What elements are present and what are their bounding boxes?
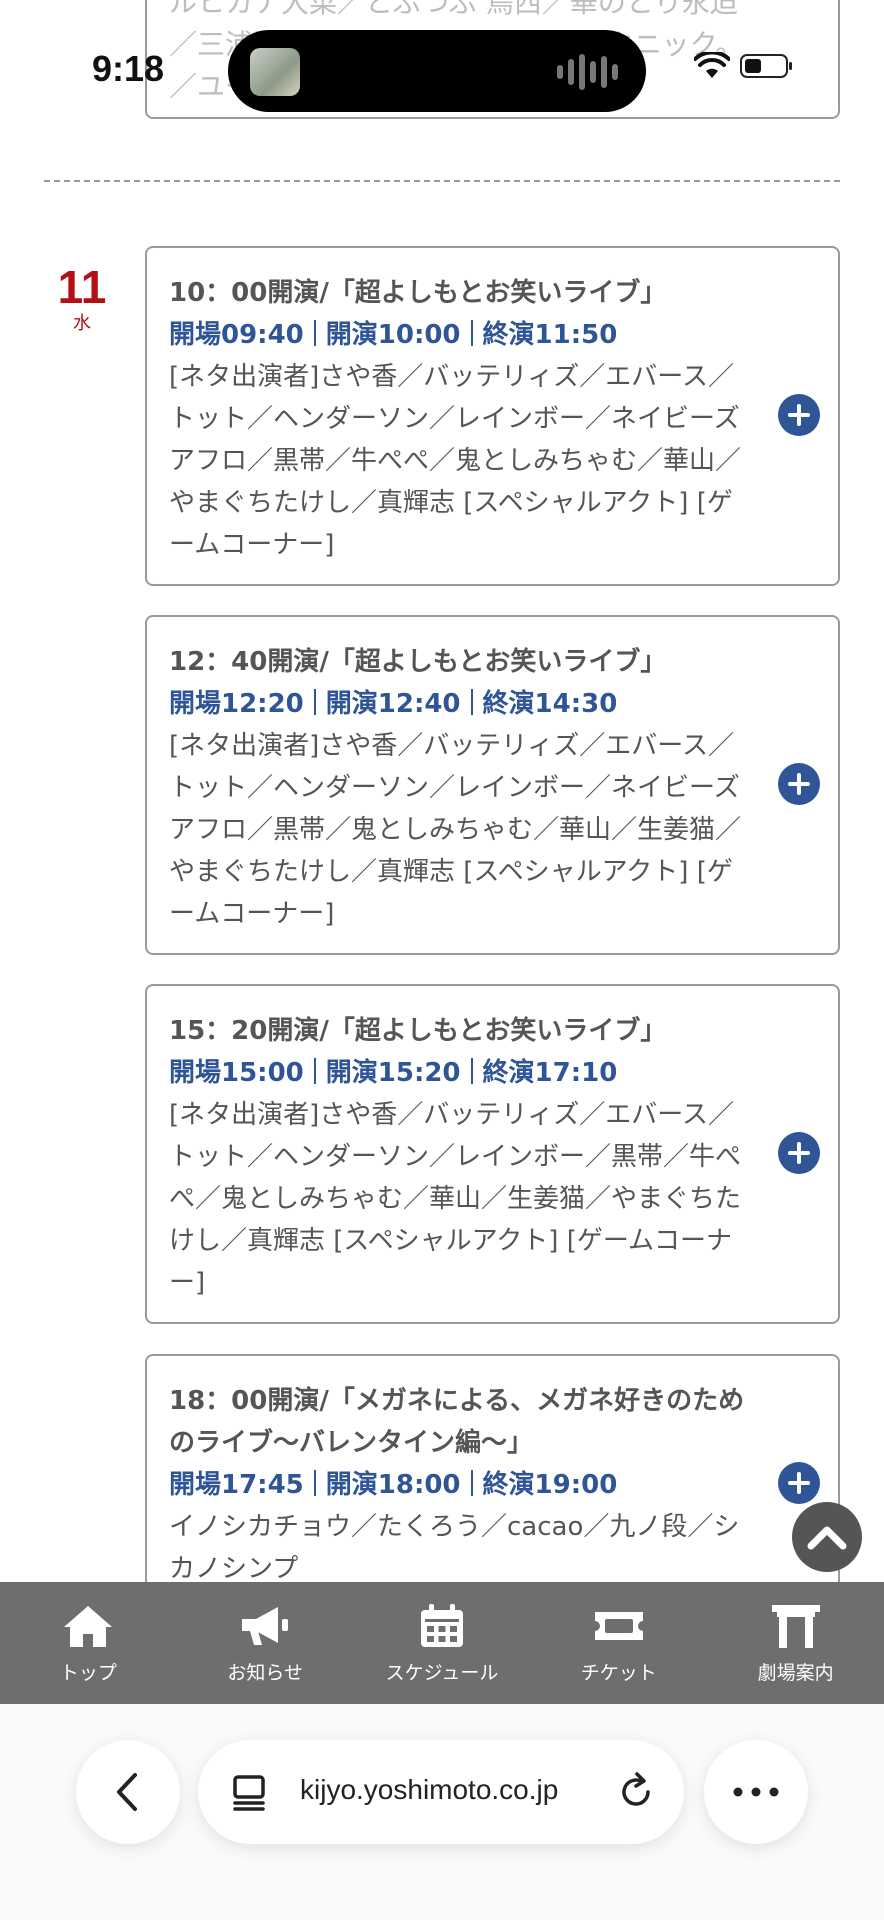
dynamic-island: [228, 30, 646, 112]
reader-mode-icon[interactable]: [232, 1774, 270, 1812]
nav-label: スケジュール: [385, 1661, 499, 1684]
start-time: 開演15:20: [325, 1058, 461, 1088]
home-icon: [60, 1602, 116, 1650]
theater-icon: [768, 1602, 824, 1650]
date-day: 11: [57, 261, 107, 313]
end-time: 終演17:10: [482, 1058, 618, 1088]
performance-card[interactable]: 10：00開演/「超よしもとお笑いライブ」 開場09:40 開演10:00 終演11…: [145, 246, 840, 586]
chevron-up-icon: [807, 1526, 847, 1550]
expand-plus-icon[interactable]: [778, 1462, 820, 1504]
open-time: 開場12:20: [169, 689, 304, 719]
date-label: 11 水: [52, 262, 112, 336]
wifi-icon: [694, 52, 730, 78]
address-bar[interactable]: kijyo.yoshimoto.co.jp: [198, 1740, 684, 1844]
calendar-icon: [414, 1602, 470, 1650]
end-time: 終演19:00: [482, 1470, 618, 1500]
performance-title: 10：00開演/「超よしもとお笑いライブ」: [169, 278, 667, 308]
chevron-left-icon: [117, 1773, 137, 1811]
now-playing-thumbnail: [250, 48, 300, 96]
nav-news[interactable]: お知らせ: [177, 1582, 354, 1704]
performance-title: 15：20開演/「超よしもとお笑いライブ」: [169, 1016, 667, 1046]
browser-toolbar: kijyo.yoshimoto.co.jp: [0, 1704, 884, 1920]
performance-title: 12：40開演/「超よしもとお笑いライブ」: [169, 647, 667, 677]
ticket-icon: [591, 1602, 647, 1650]
performance-cast: [ネタ出演者]さや香／バッテリィズ／エバース／トット／ヘンダーソン／レインボー／…: [169, 362, 742, 560]
status-time: 9:18: [92, 48, 165, 89]
performance-title: 18：00開演/「メガネによる、メガネ好きのためのライブ～バレンタイン編～」: [169, 1386, 745, 1458]
nav-top[interactable]: トップ: [0, 1582, 177, 1704]
battery-icon: [740, 54, 792, 78]
expand-plus-icon[interactable]: [778, 1132, 820, 1174]
url-text: kijyo.yoshimoto.co.jp: [300, 1774, 559, 1805]
date-divider: [44, 180, 840, 182]
audio-wave-icon: [557, 52, 618, 92]
reload-icon[interactable]: [616, 1772, 656, 1812]
open-time: 開場15:00: [169, 1058, 304, 1088]
nav-label: チケット: [580, 1661, 657, 1684]
performance-times: 開場12:20 開演12:40 終演14:30: [169, 683, 748, 725]
more-options-button[interactable]: [704, 1740, 808, 1844]
more-dots-icon: [733, 1787, 779, 1797]
nav-ticket[interactable]: チケット: [530, 1582, 707, 1704]
performance-cast: [ネタ出演者]さや香／バッテリィズ／エバース／トット／ヘンダーソン／レインボー／…: [169, 1100, 742, 1298]
end-time: 終演14:30: [482, 689, 618, 719]
megaphone-icon: [237, 1602, 293, 1650]
performance-card[interactable]: 12：40開演/「超よしもとお笑いライブ」 開場12:20 開演12:40 終演14…: [145, 615, 840, 955]
expand-plus-icon[interactable]: [778, 763, 820, 805]
nav-label: トップ: [59, 1661, 117, 1684]
status-icons: [694, 52, 792, 80]
nav-label: 劇場案内: [757, 1661, 834, 1684]
nav-schedule[interactable]: スケジュール: [354, 1582, 531, 1704]
start-time: 開演10:00: [325, 320, 461, 350]
expand-plus-icon[interactable]: [778, 394, 820, 436]
performance-cast: [ネタ出演者]さや香／バッテリィズ／エバース／トット／ヘンダーソン／レインボー／…: [169, 731, 742, 929]
back-button[interactable]: [76, 1740, 180, 1844]
scroll-to-top-button[interactable]: [792, 1502, 862, 1572]
performance-cast: イノシカチョウ／たくろう／cacao／九ノ段／シカノシンプ: [169, 1512, 740, 1584]
nav-theater-guide[interactable]: 劇場案内: [707, 1582, 884, 1704]
start-time: 開演18:00: [325, 1470, 461, 1500]
end-time: 終演11:50: [482, 320, 618, 350]
start-time: 開演12:40: [325, 689, 461, 719]
open-time: 開場17:45: [169, 1470, 304, 1500]
performance-times: 開場15:00 開演15:20 終演17:10: [169, 1052, 748, 1094]
date-weekday: 水: [73, 313, 91, 334]
performance-card[interactable]: 15：20開演/「超よしもとお笑いライブ」 開場15:00 開演15:20 終演17…: [145, 984, 840, 1324]
open-time: 開場09:40: [169, 320, 304, 350]
performance-times: 開場09:40 開演10:00 終演11:50: [169, 314, 748, 356]
bottom-navigation: トップ お知らせ スケジュール チケット 劇場案内: [0, 1582, 884, 1704]
nav-label: お知らせ: [227, 1661, 303, 1684]
performance-times: 開場17:45 開演18:00 終演19:00: [169, 1464, 748, 1506]
